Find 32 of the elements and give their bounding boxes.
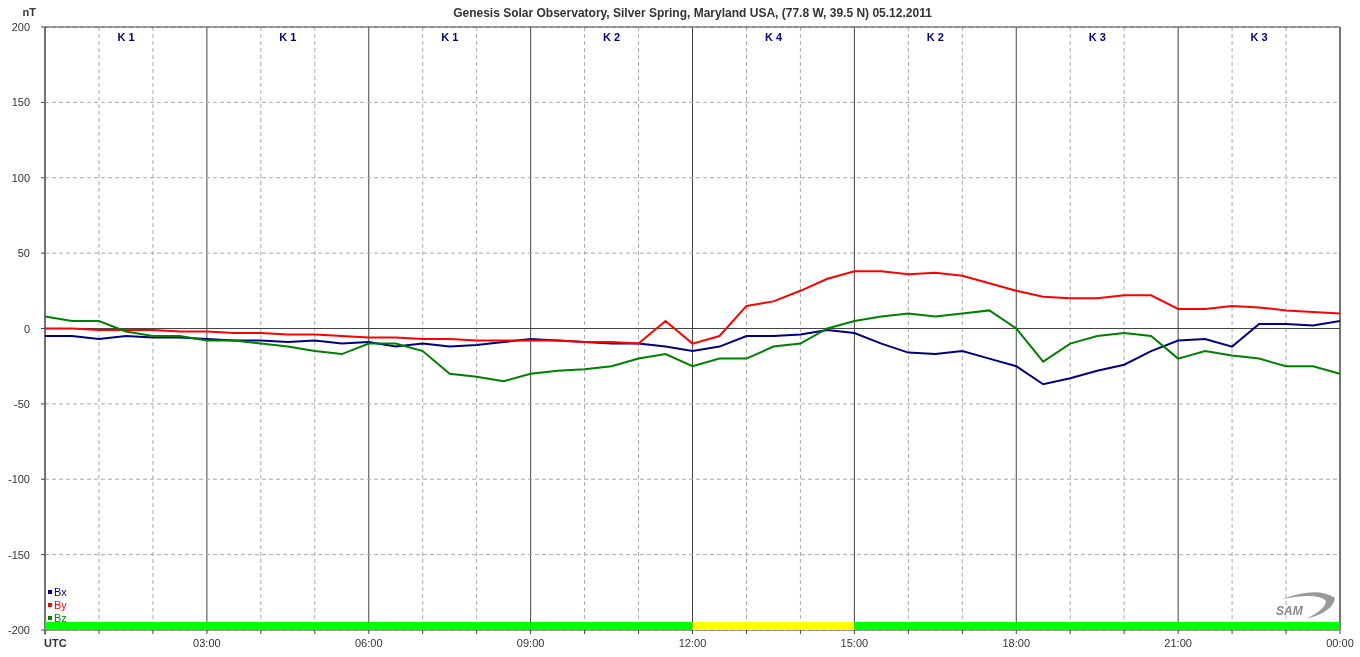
tick-label: 50	[17, 247, 30, 260]
k-index-label: K 3	[1088, 31, 1106, 43]
tick-label: -50	[14, 397, 30, 410]
k-index-label: K 2	[603, 31, 621, 43]
tick-label: 0	[23, 322, 30, 335]
tick-label: 18:00	[1002, 637, 1030, 649]
tick-label: -150	[7, 548, 30, 561]
legend-label: By	[54, 599, 67, 611]
k-index-label: K 3	[1250, 31, 1268, 43]
tick-label: UTC	[44, 637, 67, 649]
legend-label: Bz	[54, 612, 67, 624]
k-index-label: K 1	[441, 31, 459, 43]
tick-label: 150	[11, 96, 30, 109]
tick-label: -200	[7, 624, 30, 636]
tick-label: -100	[7, 473, 30, 486]
tick-label: 03:00	[193, 637, 221, 649]
k-index-label: K 1	[117, 31, 135, 43]
chart-title: Genesis Solar Observatory, Silver Spring, Maryland USA, (77.8 W, 39.5 N) 05.12.2011	[453, 6, 932, 20]
tick-label: 21:00	[1164, 637, 1192, 649]
k-index-label: K 2	[926, 31, 944, 43]
logo: SAM	[1276, 592, 1335, 619]
legend-label: Bx	[54, 586, 67, 598]
k-index-label: K 1	[279, 31, 297, 43]
tick-label: 12:00	[678, 637, 707, 649]
tick-label: 200	[11, 21, 30, 33]
tick-label: 00:00	[1326, 637, 1354, 649]
tick-label: 06:00	[355, 637, 383, 649]
tick-label: 09:00	[516, 637, 545, 649]
k-index-label: K 4	[764, 31, 782, 43]
tick-label: 15:00	[840, 637, 869, 649]
axis-label: nT	[22, 6, 36, 18]
tick-label: 100	[11, 171, 30, 184]
